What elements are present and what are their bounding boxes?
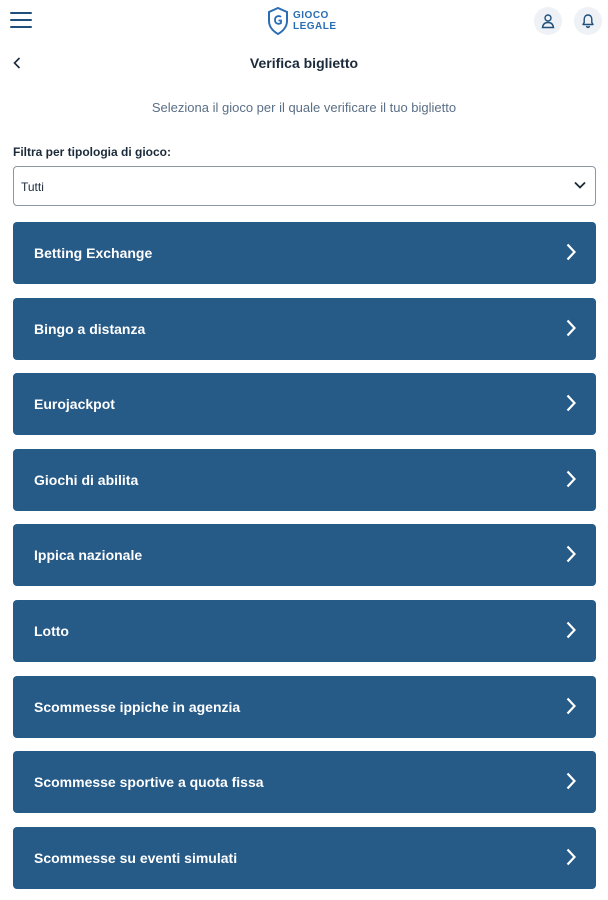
game-item-scommesse-su-eventi-simulati[interactable]: Scommesse su eventi simulati bbox=[13, 826, 596, 889]
filter-label: Filtra per tipologia di gioco: bbox=[13, 145, 171, 159]
page-title: Verifica biglietto bbox=[249, 55, 359, 71]
page-subtitle: Seleziona il gioco per il quale verifica… bbox=[151, 100, 457, 115]
game-item-lotto[interactable]: Lotto bbox=[13, 599, 596, 662]
shield-icon bbox=[268, 7, 288, 35]
game-item-label: Scommesse ippiche in agenzia bbox=[34, 698, 241, 715]
chevron-right-icon bbox=[566, 697, 576, 714]
filter-selected-value: Tutti bbox=[21, 180, 44, 194]
chevron-down-icon bbox=[574, 181, 586, 189]
chevron-right-icon bbox=[566, 848, 576, 866]
game-item-label: Betting Exchange bbox=[34, 245, 153, 261]
chevron-right-icon bbox=[566, 394, 576, 412]
logo-text-line2: LEGALE bbox=[293, 21, 337, 32]
chevron-right-icon bbox=[566, 470, 576, 488]
chevron-right-icon bbox=[566, 243, 576, 261]
chevron-right-icon bbox=[566, 319, 576, 336]
game-item-label: Bingo a distanza bbox=[34, 320, 146, 337]
game-item-label: Ippica nazionale bbox=[34, 547, 143, 564]
top-bar: GIOCO LEGALE bbox=[0, 0, 608, 44]
game-item-scommesse-ippiche-in-agenzia[interactable]: Scommesse ippiche in agenzia bbox=[13, 675, 596, 738]
game-item-giochi-di-abilita[interactable]: Giochi di abilita bbox=[13, 448, 596, 511]
chevron-right-icon bbox=[566, 621, 576, 639]
game-list: Betting Exchange Bingo a distanza Euroja… bbox=[13, 222, 596, 900]
game-item-eurojackpot[interactable]: Eurojackpot bbox=[13, 373, 596, 436]
game-item-label: Giochi di abilita bbox=[34, 471, 139, 488]
game-item-label: Scommesse sportive a quota fissa bbox=[34, 774, 264, 791]
game-item-betting-exchange[interactable]: Betting Exchange bbox=[13, 222, 596, 284]
game-item-label: Eurojackpot bbox=[34, 396, 115, 413]
game-item-label: Lotto bbox=[34, 622, 69, 639]
menu-icon[interactable] bbox=[10, 12, 32, 30]
logo: GIOCO LEGALE bbox=[267, 6, 337, 36]
game-item-label: Scommesse su eventi simulati bbox=[34, 849, 238, 866]
chevron-right-icon bbox=[566, 772, 576, 790]
game-item-ippica-nazionale[interactable]: Ippica nazionale bbox=[13, 524, 596, 587]
game-item-bingo-a-distanza[interactable]: Bingo a distanza bbox=[13, 297, 596, 360]
logo-text-line1: GIOCO bbox=[293, 10, 329, 21]
user-icon[interactable] bbox=[534, 7, 562, 35]
game-type-select[interactable]: Tutti bbox=[13, 166, 596, 206]
game-item-scommesse-sportive-a-quota-fissa[interactable]: Scommesse sportive a quota fissa bbox=[13, 751, 596, 814]
page-header: Verifica biglietto bbox=[0, 50, 608, 76]
bell-icon[interactable] bbox=[574, 7, 602, 35]
chevron-right-icon bbox=[566, 546, 576, 563]
